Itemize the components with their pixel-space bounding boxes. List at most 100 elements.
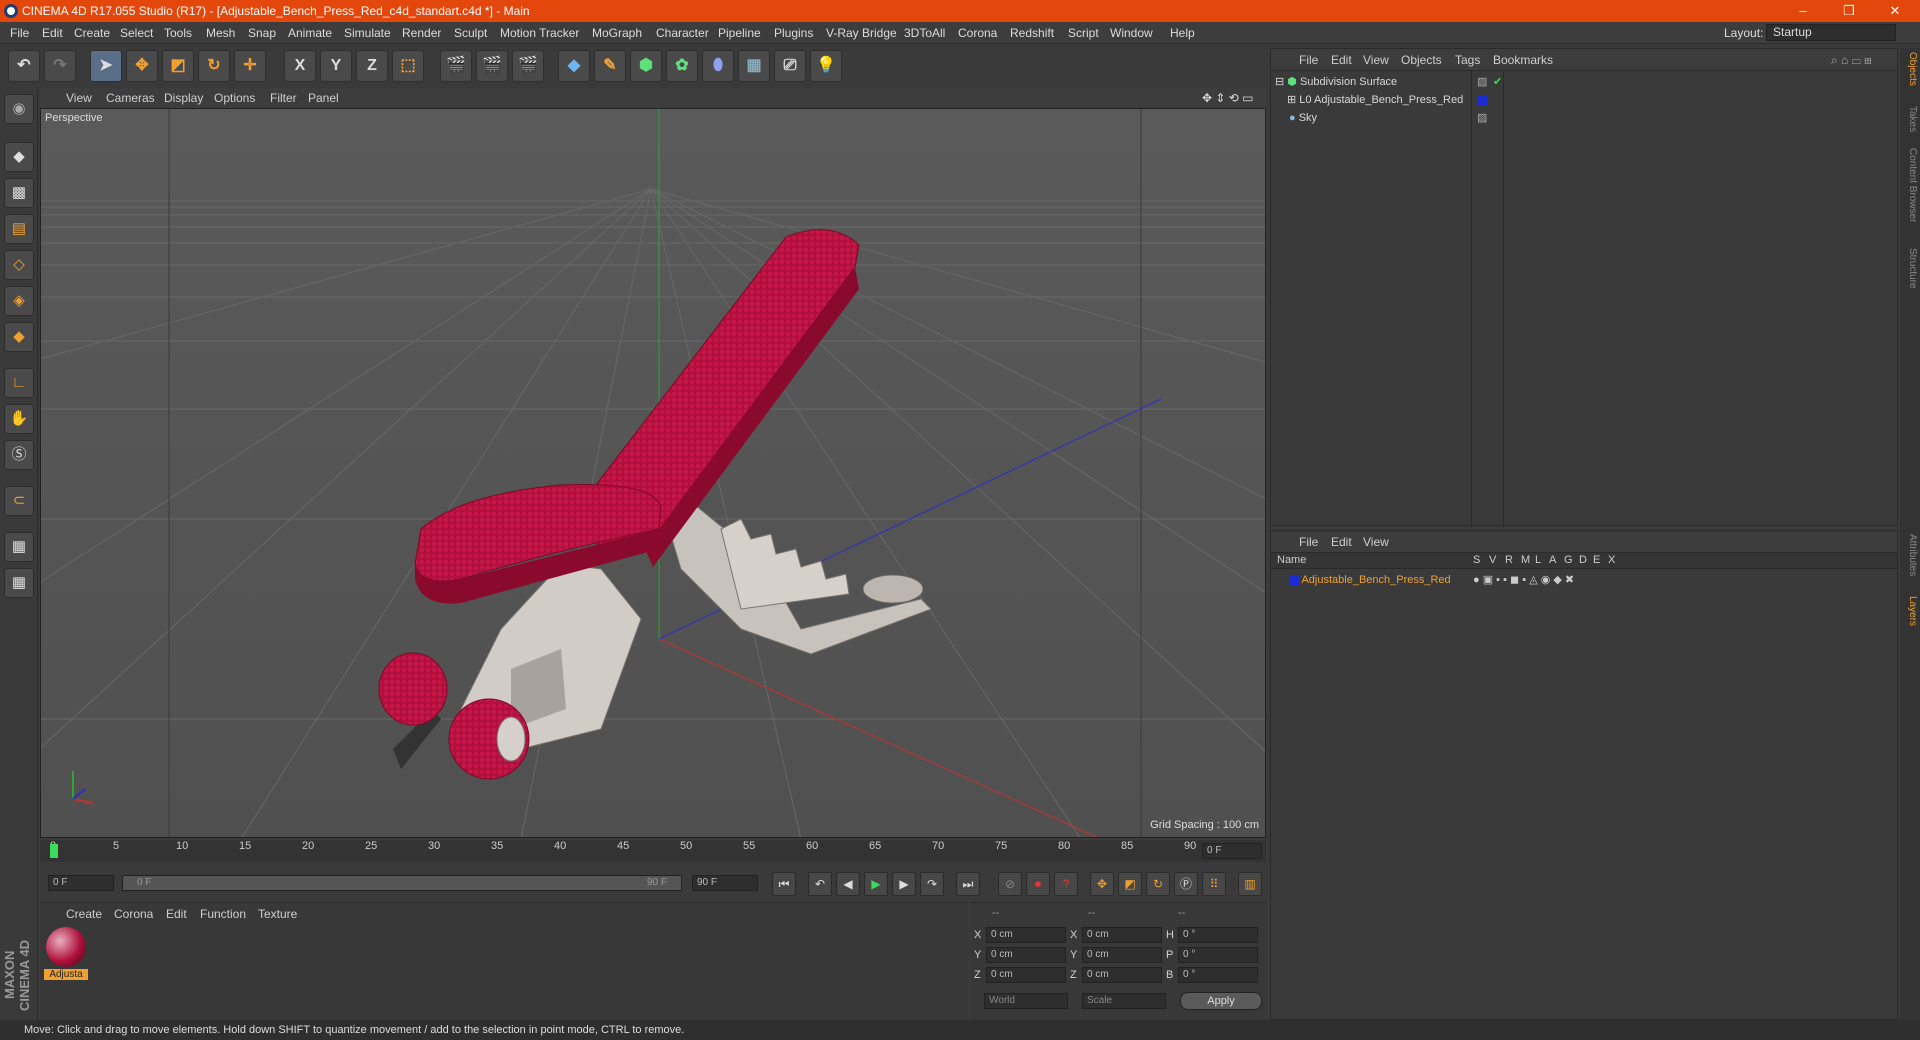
obj-menu-tags[interactable]: Tags (1455, 53, 1480, 67)
mat-menu-function[interactable]: Function (200, 907, 246, 921)
expand-icon[interactable]: ⊞ (1287, 94, 1296, 106)
menu-vray-bridge[interactable]: V-Ray Bridge (826, 26, 897, 40)
texture-mode-button[interactable]: ▩ (4, 178, 34, 208)
menu-corona[interactable]: Corona (958, 26, 997, 40)
layer-color-swatch[interactable] (1289, 575, 1299, 586)
undo-button[interactable]: ↶ (8, 50, 40, 82)
timeline-window-button[interactable]: ▥ (1238, 872, 1262, 896)
rotate-tool-button[interactable]: ↻ (198, 50, 230, 82)
menu-animate[interactable]: Animate (288, 26, 332, 40)
enabled-check-icon[interactable]: ✔ (1493, 73, 1502, 91)
col-name[interactable]: Name (1277, 554, 1306, 566)
tab-objects[interactable]: Objects (1902, 52, 1918, 86)
add-floor-button[interactable]: ▦ (738, 50, 770, 82)
material-swatch[interactable]: Adjusta (44, 927, 88, 983)
play-button[interactable]: ▶ (864, 872, 888, 896)
playhead[interactable] (50, 844, 58, 858)
col-x[interactable]: X (1608, 554, 1615, 566)
start-frame-field[interactable]: 0 F (48, 875, 114, 891)
menu-character[interactable]: Character (656, 26, 709, 40)
col-g[interactable]: G (1564, 554, 1573, 566)
prev-frame-button[interactable]: ◀ (836, 872, 860, 896)
menu-snap[interactable]: Snap (248, 26, 276, 40)
tab-content-browser[interactable]: Content Browser (1902, 148, 1918, 222)
tab-structure[interactable]: Structure (1902, 248, 1918, 289)
size-x-field[interactable]: 0 cm (1082, 927, 1162, 943)
menu-motion-tracker[interactable]: Motion Tracker (500, 26, 579, 40)
render-settings-button[interactable]: 🎬 (512, 50, 544, 82)
lock-workplane-button[interactable]: ▦ (4, 532, 34, 562)
mat-menu-corona[interactable]: Corona (114, 907, 153, 921)
col-s[interactable]: S (1473, 554, 1480, 566)
polygons-mode-button[interactable]: ◆ (4, 322, 34, 352)
current-frame-field[interactable]: 0 F (1202, 843, 1262, 859)
add-deformer-button[interactable]: ⬮ (702, 50, 734, 82)
menu-plugins[interactable]: Plugins (774, 26, 813, 40)
vp-menu-cameras[interactable]: Cameras (106, 91, 155, 105)
viewport-camera-label[interactable]: Perspective (45, 112, 102, 124)
obj-search-icon[interactable]: ⌕ ⌂ ▭ ⊞ (1831, 53, 1872, 68)
mat-menu-texture[interactable]: Texture (258, 907, 297, 921)
minimize-button[interactable]: – (1780, 0, 1826, 22)
end-frame-field[interactable]: 90 F (692, 875, 758, 891)
add-spline-button[interactable]: ✎ (594, 50, 626, 82)
editor-toggle-icon[interactable]: ▨ (1477, 73, 1487, 91)
menu-script[interactable]: Script (1068, 26, 1099, 40)
tweak-mode-button[interactable]: ✋ (4, 404, 34, 434)
layer-menu-file[interactable]: File (1299, 535, 1318, 549)
pos-x-field[interactable]: 0 cm (986, 927, 1066, 943)
menu-create[interactable]: Create (74, 26, 110, 40)
axis-mode-button[interactable]: ∟ (4, 368, 34, 398)
menu-simulate[interactable]: Simulate (344, 26, 391, 40)
pos-z-field[interactable]: 0 cm (986, 967, 1066, 983)
object-row-subdivision[interactable]: ⊟ ⬢ Subdivision Surface ▨ ✔ (1275, 73, 1502, 91)
close-button[interactable]: ✕ (1872, 0, 1918, 22)
menu-3dtoall[interactable]: 3DToAll (904, 26, 945, 40)
y-axis-lock-button[interactable]: Y (320, 50, 352, 82)
redo-button[interactable]: ↷ (44, 50, 76, 82)
keyframe-selection-button[interactable]: ? (1054, 872, 1078, 896)
col-e[interactable]: E (1593, 554, 1600, 566)
move-tool-button[interactable]: ✥ (126, 50, 158, 82)
autokey-button[interactable]: ⏺ (1026, 872, 1050, 896)
menu-mograph[interactable]: MoGraph (592, 26, 642, 40)
key-param-button[interactable]: Ⓟ (1174, 872, 1198, 896)
obj-menu-file[interactable]: File (1299, 53, 1318, 67)
viewport-nav-icons[interactable]: ✥ ⇕ ⟲ ▭ (1202, 91, 1254, 105)
obj-menu-view[interactable]: View (1363, 53, 1389, 67)
add-cube-button[interactable]: ◆ (558, 50, 590, 82)
menu-edit[interactable]: Edit (42, 26, 63, 40)
add-camera-button[interactable]: ⎚ (774, 50, 806, 82)
select-tool-button[interactable]: ➤ (90, 50, 122, 82)
key-scale-button[interactable]: ◩ (1118, 872, 1142, 896)
key-pla-button[interactable]: ⠿ (1202, 872, 1226, 896)
object-row-sky[interactable]: ● Sky ▨ (1275, 109, 1487, 127)
layer-row[interactable]: Adjustable_Bench_Press_Red ● ▣ ▪ ▪ ◼ ▪ ◬… (1275, 571, 1574, 589)
go-to-start-button[interactable]: ⏮ (772, 872, 796, 896)
col-l[interactable]: L (1535, 554, 1541, 566)
z-axis-lock-button[interactable]: Z (356, 50, 388, 82)
live-move-button[interactable]: ✛ (234, 50, 266, 82)
col-v[interactable]: V (1489, 554, 1496, 566)
key-position-button[interactable]: ✥ (1090, 872, 1114, 896)
expand-icon[interactable]: ⊟ (1275, 76, 1284, 88)
scale-tool-button[interactable]: ◩ (162, 50, 194, 82)
add-mograph-button[interactable]: ✿ (666, 50, 698, 82)
size-y-field[interactable]: 0 cm (1082, 947, 1162, 963)
menu-window[interactable]: Window (1110, 26, 1153, 40)
frame-ruler[interactable]: 0 5 10 15 20 25 30 35 40 45 50 55 60 65 … (50, 840, 1196, 862)
mat-menu-edit[interactable]: Edit (166, 907, 187, 921)
snap-button[interactable]: Ⓢ (4, 440, 34, 470)
menu-redshift[interactable]: Redshift (1010, 26, 1054, 40)
menu-pipeline[interactable]: Pipeline (718, 26, 761, 40)
next-key-button[interactable]: ↷ (920, 872, 944, 896)
workplane-mode-button[interactable]: ▤ (4, 214, 34, 244)
planar-workplane-button[interactable]: ▦ (4, 568, 34, 598)
rot-b-field[interactable]: 0 ° (1178, 967, 1258, 983)
col-r[interactable]: R (1505, 554, 1513, 566)
layer-flags-icons[interactable]: ● ▣ ▪ ▪ ◼ ▪ ◬ ◉ ◆ ✖ (1473, 571, 1574, 589)
model-mode-button[interactable]: ◆ (4, 142, 34, 172)
menu-render[interactable]: Render (402, 26, 441, 40)
magnet-button[interactable]: ⊂ (4, 486, 34, 516)
key-rotation-button[interactable]: ↻ (1146, 872, 1170, 896)
